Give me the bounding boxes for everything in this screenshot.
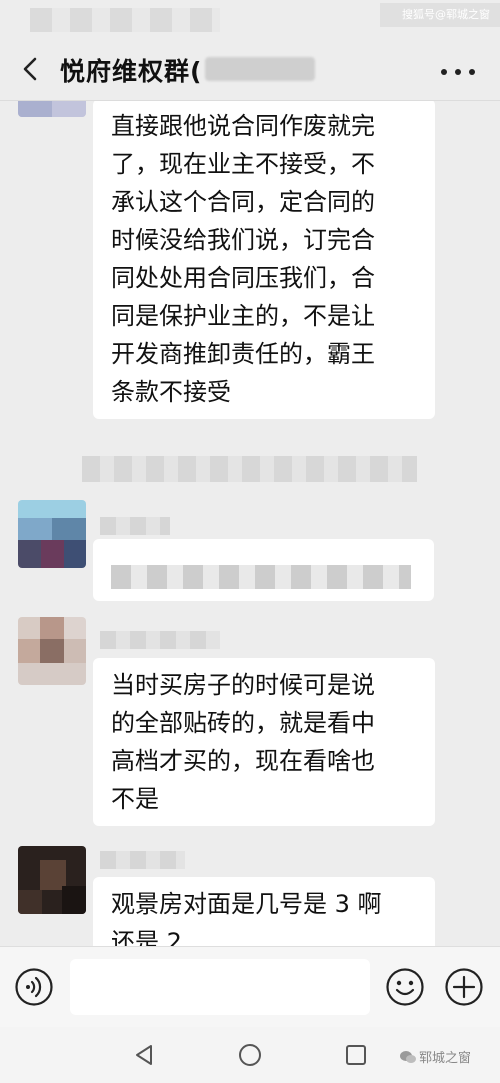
message-line: 开发商推卸责任的，霸王 [111,340,375,368]
blurred-title-suffix [205,57,315,81]
message-line: 条款不接受 [111,378,231,406]
input-bar [0,946,500,1027]
add-icon[interactable] [444,967,484,1007]
watermark-bottom: 郓城之窗 [400,1047,471,1066]
message-line: 同是保护业主的，不是让 [111,302,375,330]
avatar[interactable] [18,846,86,914]
message-line: 直接跟他说合同作废就完 [111,112,375,140]
chat-messages[interactable]: 直接跟他说合同作废就完 了，现在业主不接受，不 承认这个合同，定合同的 时候没给… [0,101,500,946]
blurred-sender-name [100,631,220,649]
blurred-sender-name [100,517,170,535]
message-bubble[interactable]: 直接跟他说合同作废就完 了，现在业主不接受，不 承认这个合同，定合同的 时候没给… [93,101,435,419]
nav-recent-apps-icon[interactable] [344,1043,368,1067]
chat-title: 悦府维权群( [60,57,203,86]
system-navigation-bar: 郓城之窗 [0,1027,500,1083]
blurred-message-text [111,565,411,589]
message-line: 不是 [111,785,159,813]
message-line: 的全部贴砖的，就是看中 [111,709,375,737]
more-dots-icon[interactable] [440,68,476,76]
avatar[interactable] [18,617,86,685]
message-line: 承认这个合同，定合同的 [111,188,375,216]
message-line: 高档才买的，现在看啥也 [111,747,375,775]
message-line: 同处处用合同压我们，合 [111,264,375,292]
avatar[interactable] [18,101,86,117]
message-line: 当时买房子的时候可是说 [111,671,375,699]
emoji-icon[interactable] [385,967,425,1007]
blurred-sender-name [100,851,185,869]
nav-home-icon[interactable] [238,1043,262,1067]
wechat-logo-icon [400,1051,416,1063]
blurred-system-notice [82,456,417,482]
message-bubble[interactable]: 当时买房子的时候可是说 的全部贴砖的，就是看中 高档才买的，现在看啥也 不是 [93,658,435,826]
message-line: 还是 2 [111,928,182,946]
nav-back-icon[interactable] [132,1043,156,1067]
message-line: 观景房对面是几号是 3 啊 [111,890,382,918]
avatar[interactable] [18,500,86,568]
status-bar: 搜狐号@郓城之窗 [0,0,500,40]
chat-header: 悦府维权群( [0,40,500,101]
voice-icon[interactable] [14,967,54,1007]
message-bubble[interactable]: 观景房对面是几号是 3 啊 还是 2 [93,877,435,946]
watermark-text: 郓城之窗 [419,1051,472,1066]
watermark-top: 搜狐号@郓城之窗 [402,8,490,21]
message-line: 时候没给我们说，订完合 [111,226,375,254]
blurred-status-info [30,8,220,32]
message-input[interactable] [70,959,370,1015]
back-chevron-icon[interactable] [18,56,44,82]
blurred-message-bubble[interactable] [93,539,434,601]
message-line: 了，现在业主不接受，不 [111,150,375,178]
